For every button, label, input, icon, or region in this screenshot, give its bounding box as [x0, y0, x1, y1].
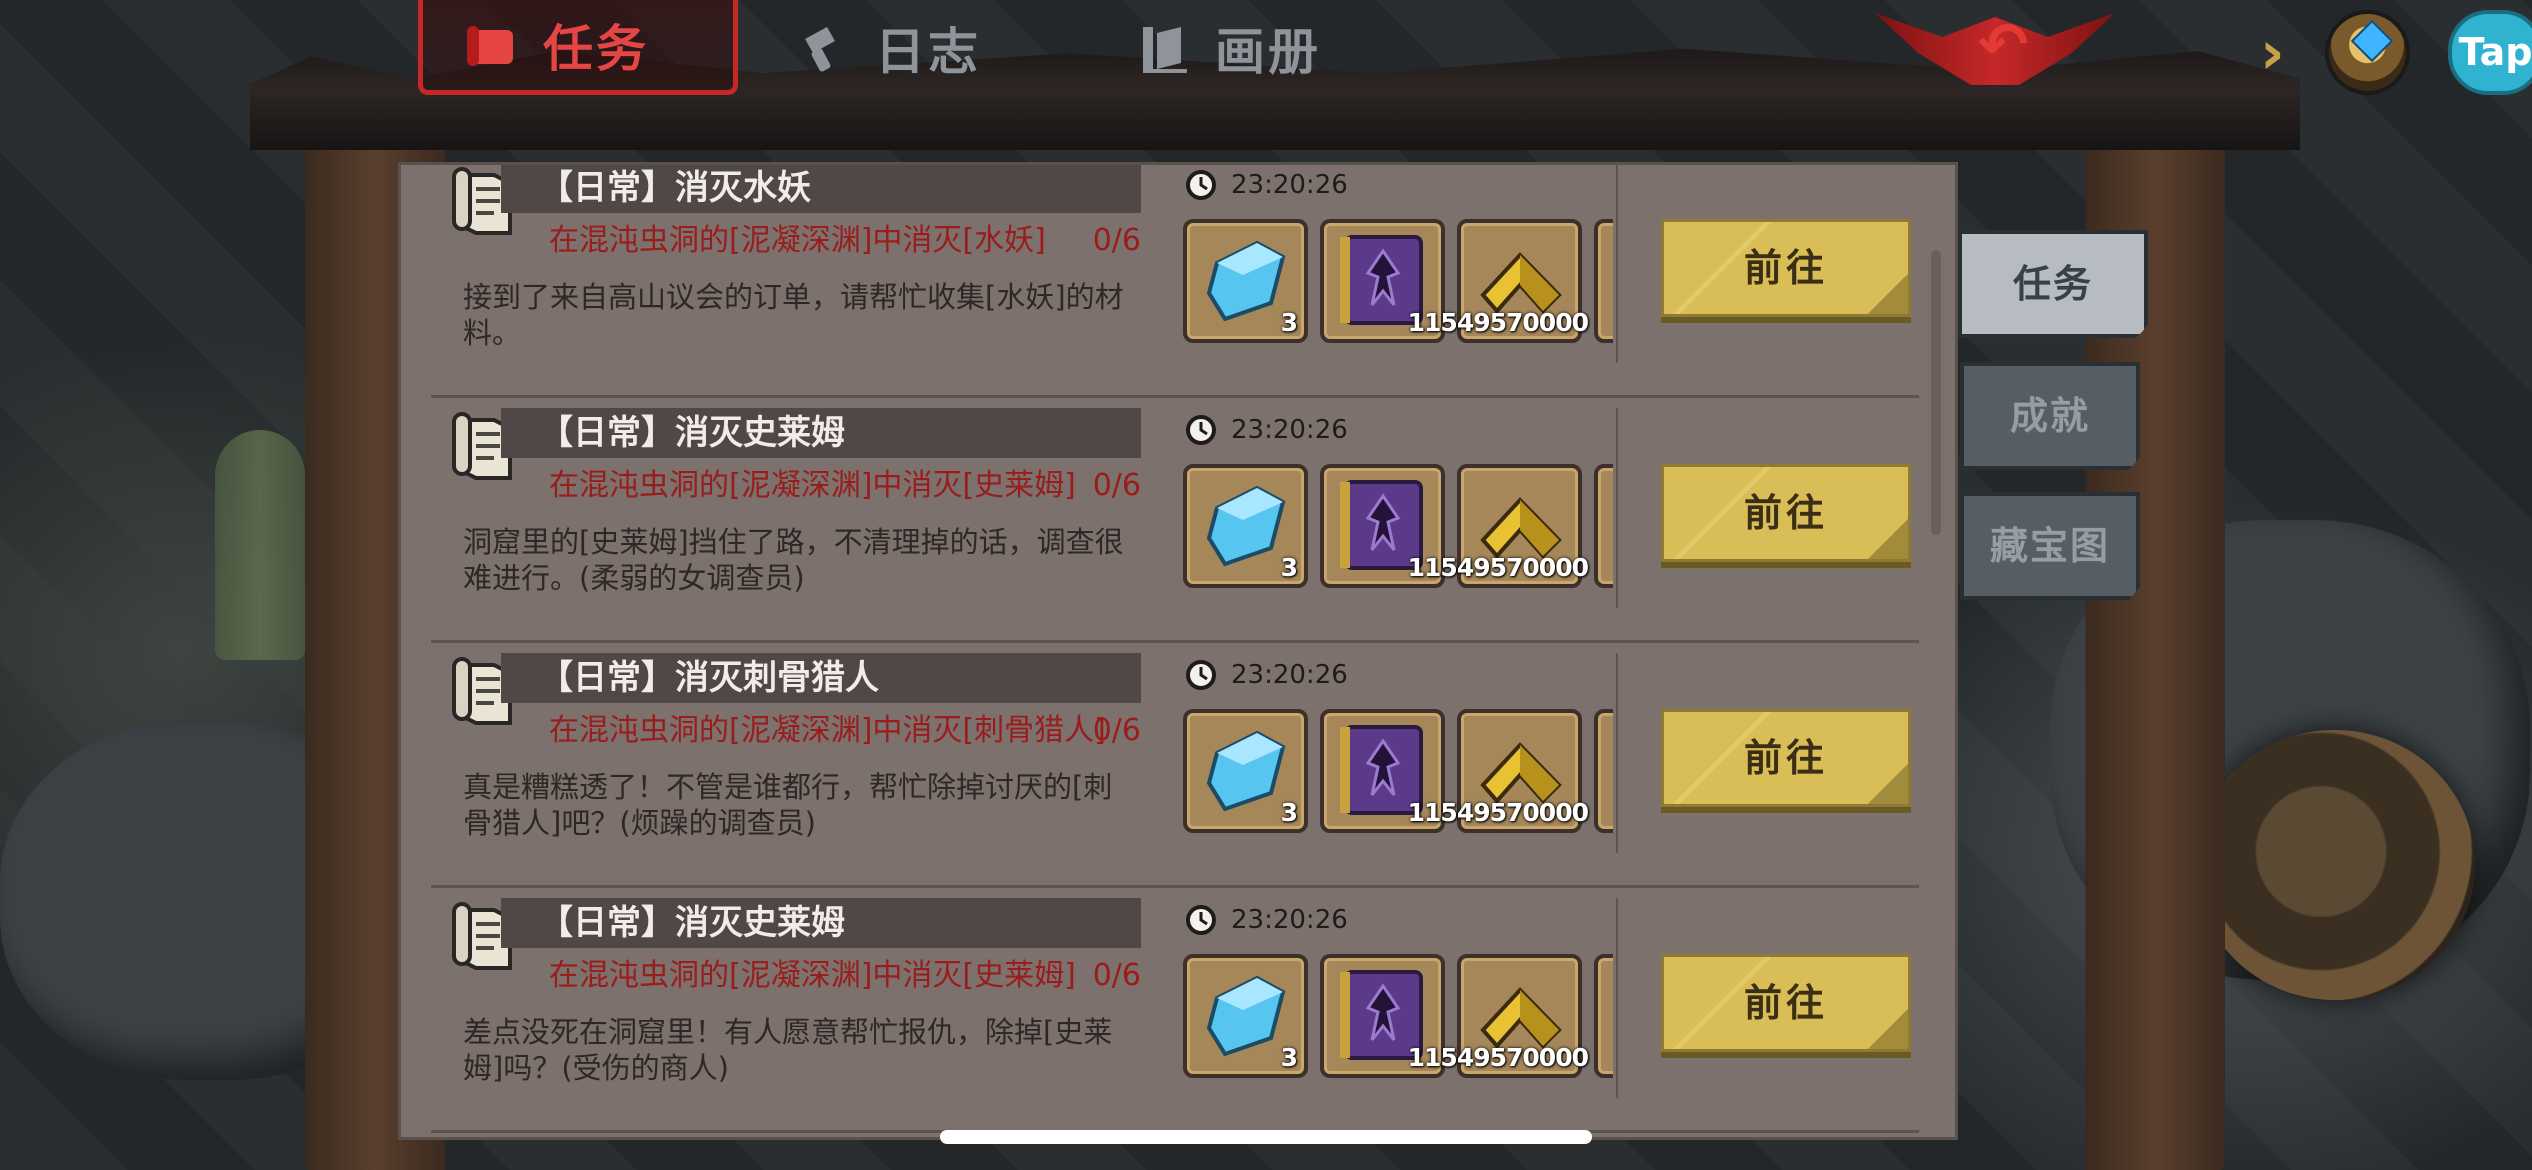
- reward-count: 11549570000: [1407, 308, 1589, 337]
- quest-description: 差点没死在洞窟里！有人愿意帮忙报仇，除掉[史莱姆]吗？(受伤的商人): [463, 1015, 1113, 1085]
- reward-count: 11549570000: [1407, 798, 1589, 827]
- side-tab-achievements[interactable]: 成就: [1960, 362, 2140, 470]
- quest-rewards: 3 11549570000: [1183, 709, 1613, 833]
- quest-title: 【日常】消灭史莱姆: [501, 898, 1141, 948]
- quest-rewards: 3 11549570000: [1183, 219, 1613, 343]
- row-vertical-divider: [1616, 165, 1618, 363]
- reward-slot[interactable]: 11549570000: [1408, 954, 1589, 1078]
- reward-slot[interactable]: 11549570000: [1408, 709, 1589, 833]
- reward-slot-partial[interactable]: [1594, 219, 1613, 343]
- row-vertical-divider: [1616, 408, 1618, 608]
- quest-description: 接到了来自高山议会的订单，请帮忙收集[水妖]的材料。: [463, 280, 1124, 350]
- tab-quests-label: 任务: [543, 20, 649, 78]
- quest-objective-text: 在混沌虫洞的[泥凝深渊]中消灭[水妖]: [549, 223, 1046, 258]
- quest-description: 真是糟糕透了！不管是谁都行，帮忙除掉讨厌的[刺骨猎人]吧？(烦躁的调查员): [463, 770, 1113, 840]
- reward-slot[interactable]: 3: [1183, 954, 1308, 1078]
- reward-slot[interactable]: 3: [1183, 709, 1308, 833]
- reward-slot-partial[interactable]: [1594, 954, 1613, 1078]
- quest-progress: 0/6: [1092, 713, 1141, 748]
- quest-row: 【日常】消灭史莱姆 在混沌虫洞的[泥凝深渊]中消灭[史莱姆] 0/6 洞窟里的[…: [401, 398, 1961, 643]
- quest-timer: 23:20:26: [1185, 653, 1348, 697]
- tab-album[interactable]: 画册: [1135, 0, 1321, 95]
- flashlight-icon: [805, 26, 835, 71]
- quest-row: 【日常】消灭史莱姆 在混沌虫洞的[泥凝深渊]中消灭[史莱姆] 0/6 差点没死在…: [401, 888, 1961, 1133]
- book-icon: [1143, 26, 1187, 73]
- go-button[interactable]: 前往: [1661, 464, 1911, 562]
- scrollbar[interactable]: [1931, 250, 1941, 535]
- quest-objective-text: 在混沌虫洞的[泥凝深渊]中消灭[史莱姆]: [549, 468, 1076, 503]
- reward-count: 3: [1280, 553, 1298, 582]
- back-arrow-icon[interactable]: ↶: [1978, 15, 2058, 75]
- quest-panel: 【日常】消灭水妖 在混沌虫洞的[泥凝深渊]中消灭[水妖] 0/6 接到了来自高山…: [398, 162, 1958, 1140]
- quest-timer-text: 23:20:26: [1231, 170, 1348, 200]
- reward-slot[interactable]: 11549570000: [1408, 464, 1589, 588]
- quest-objective: 在混沌虫洞的[泥凝深渊]中消灭[史莱姆] 0/6: [549, 954, 1141, 998]
- reward-count: 3: [1280, 308, 1298, 337]
- tab-album-label: 画册: [1215, 22, 1321, 81]
- clock-icon: [1186, 660, 1216, 690]
- chevron-right-icon: ›: [2260, 18, 2285, 88]
- reward-slot[interactable]: 11549570000: [1408, 219, 1589, 343]
- home-indicator[interactable]: [940, 1130, 1592, 1144]
- quest-list[interactable]: 【日常】消灭水妖 在混沌虫洞的[泥凝深渊]中消灭[水妖] 0/6 接到了来自高山…: [401, 165, 1961, 1143]
- quest-progress: 0/6: [1092, 468, 1141, 503]
- quest-rewards: 3 11549570000: [1183, 464, 1613, 588]
- reward-count: 11549570000: [1407, 1043, 1589, 1072]
- quest-title: 【日常】消灭刺骨猎人: [501, 653, 1141, 703]
- clock-icon: [1186, 415, 1216, 445]
- tab-quests[interactable]: 任务: [418, 0, 738, 95]
- background-medallion: [2195, 730, 2475, 1000]
- quest-progress: 0/6: [1092, 223, 1141, 258]
- quest-objective: 在混沌虫洞的[泥凝深渊]中消灭[水妖] 0/6: [549, 219, 1141, 263]
- quest-row: 【日常】消灭刺骨猎人 在混沌虫洞的[泥凝深渊]中消灭[刺骨猎人] 0/6 真是糟…: [401, 643, 1961, 888]
- quest-rewards: 3 11549570000: [1183, 954, 1613, 1078]
- quest-timer: 23:20:26: [1185, 898, 1348, 942]
- reward-slot[interactable]: 3: [1183, 464, 1308, 588]
- tab-log[interactable]: 日志: [795, 0, 981, 95]
- quest-timer-text: 23:20:26: [1231, 905, 1348, 935]
- background-cactus: [215, 430, 305, 660]
- tab-log-label: 日志: [875, 22, 981, 81]
- reward-count: 3: [1280, 1043, 1298, 1072]
- taptap-button[interactable]: Tap: [2448, 10, 2532, 95]
- side-tab-treasure-map[interactable]: 藏宝图: [1960, 492, 2140, 600]
- quest-objective: 在混沌虫洞的[泥凝深渊]中消灭[刺骨猎人] 0/6: [549, 709, 1141, 753]
- reward-count: 3: [1280, 798, 1298, 827]
- quest-row: 【日常】消灭水妖 在混沌虫洞的[泥凝深渊]中消灭[水妖] 0/6 接到了来自高山…: [401, 165, 1961, 398]
- row-vertical-divider: [1616, 898, 1618, 1098]
- quest-title: 【日常】消灭史莱姆: [501, 408, 1141, 458]
- reward-slot-partial[interactable]: [1594, 464, 1613, 588]
- reward-slot-partial[interactable]: [1594, 709, 1613, 833]
- go-button[interactable]: 前往: [1661, 709, 1911, 807]
- side-tab-quests[interactable]: 任务: [1958, 230, 2148, 338]
- quest-title: 【日常】消灭水妖: [501, 165, 1141, 213]
- quest-timer: 23:20:26: [1185, 408, 1348, 452]
- clock-icon: [1186, 905, 1216, 935]
- quest-objective: 在混沌虫洞的[泥凝深渊]中消灭[史莱姆] 0/6: [549, 464, 1141, 508]
- clock-icon: [1186, 170, 1216, 200]
- treasure-chest-button[interactable]: [2325, 10, 2410, 95]
- go-button[interactable]: 前往: [1661, 954, 1911, 1052]
- quest-description: 洞窟里的[史莱姆]挡住了路，不清理掉的话，调查很难进行。(柔弱的女调查员): [463, 525, 1124, 595]
- quest-progress: 0/6: [1092, 958, 1141, 993]
- quest-timer-text: 23:20:26: [1231, 415, 1348, 445]
- scroll-icon: [467, 26, 513, 66]
- reward-slot[interactable]: 3: [1183, 219, 1308, 343]
- reward-count: 11549570000: [1407, 553, 1589, 582]
- go-button[interactable]: 前往: [1661, 219, 1911, 317]
- quest-objective-text: 在混沌虫洞的[泥凝深渊]中消灭[刺骨猎人]: [549, 713, 1106, 748]
- quest-timer: 23:20:26: [1185, 165, 1348, 207]
- quest-objective-text: 在混沌虫洞的[泥凝深渊]中消灭[史莱姆]: [549, 958, 1076, 993]
- row-vertical-divider: [1616, 653, 1618, 853]
- quest-timer-text: 23:20:26: [1231, 660, 1348, 690]
